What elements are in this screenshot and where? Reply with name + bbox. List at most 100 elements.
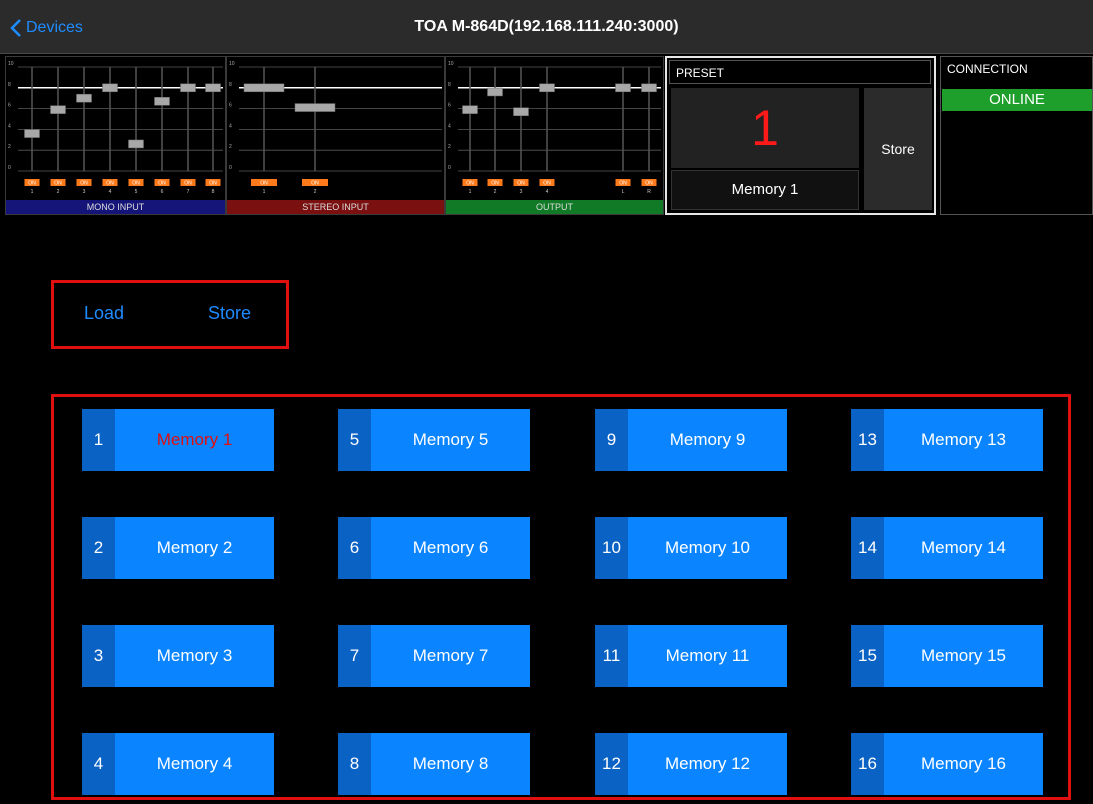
channel-label: 2 xyxy=(494,189,497,195)
output-label: OUTPUT xyxy=(446,200,663,214)
fader-knob[interactable] xyxy=(102,83,118,93)
channel-label: 3 xyxy=(83,189,86,195)
memory-number: 8 xyxy=(338,733,371,795)
fader-knob[interactable] xyxy=(513,107,529,116)
fader-knob[interactable] xyxy=(50,105,66,114)
on-toggle-label: ON xyxy=(645,181,653,187)
on-toggle-label: ON xyxy=(80,181,88,187)
memory-button-8[interactable]: 8 Memory 8 xyxy=(338,733,530,795)
memory-button-2[interactable]: 2 Memory 2 xyxy=(82,517,274,579)
preset-number-display: 1 xyxy=(671,88,859,168)
on-toggle-label: ON xyxy=(54,181,62,187)
memory-name: Memory 9 xyxy=(669,430,746,449)
on-toggle-label: ON xyxy=(517,181,525,187)
memory-name: Memory 11 xyxy=(665,646,750,665)
scale-label: 0 xyxy=(8,165,11,171)
memory-button-16[interactable]: 16 Memory 16 xyxy=(851,733,1043,795)
fader-knob[interactable] xyxy=(294,103,336,112)
memory-button-10[interactable]: 10 Memory 10 xyxy=(595,517,787,579)
fader-knob[interactable] xyxy=(487,87,503,97)
on-toggle-label: ON xyxy=(543,181,551,187)
store-button[interactable]: Store xyxy=(208,303,251,324)
fader-knob[interactable] xyxy=(243,83,285,93)
fader-knob[interactable] xyxy=(76,93,92,103)
stereo-input-faders[interactable]: 10 8 6 4 2 0 ON 1 ON 2 xyxy=(227,57,446,202)
memory-number: 5 xyxy=(338,409,371,471)
on-toggle-label: ON xyxy=(132,181,140,187)
connection-header: CONNECTION xyxy=(947,62,1028,76)
memory-button-5[interactable]: 5 Memory 5 xyxy=(338,409,530,471)
memory-number: 6 xyxy=(338,517,371,579)
memory-name: Memory 7 xyxy=(412,646,489,665)
memory-button-9[interactable]: 9 Memory 9 xyxy=(595,409,787,471)
nav-bar: Devices TOA M-864D(192.168.111.240:3000) xyxy=(0,0,1093,54)
memory-name: Memory 5 xyxy=(412,430,489,449)
fader-knob[interactable] xyxy=(205,83,221,93)
scale-label: 8 xyxy=(229,82,232,88)
scale-label: 2 xyxy=(8,144,11,150)
on-toggle-label: ON xyxy=(106,181,114,187)
scale-label: 4 xyxy=(448,123,451,129)
memory-number: 15 xyxy=(851,625,884,687)
scale-label: 4 xyxy=(8,123,11,129)
memory-button-7[interactable]: 7 Memory 7 xyxy=(338,625,530,687)
memory-button-12[interactable]: 12 Memory 12 xyxy=(595,733,787,795)
memory-number: 4 xyxy=(82,733,115,795)
device-title: TOA M-864D(192.168.111.240:3000) xyxy=(414,18,679,35)
memory-number: 14 xyxy=(851,517,884,579)
fader-knob[interactable] xyxy=(128,139,144,149)
channel-label: 1 xyxy=(31,189,34,195)
output-faders[interactable]: 10 8 6 4 2 0 ON 1 ON 2 ON 3 ON 4 ON L ON R xyxy=(446,57,665,202)
on-toggle-label: ON xyxy=(209,181,217,187)
scale-label: 2 xyxy=(448,144,451,150)
channel-label: 1 xyxy=(469,189,472,195)
memory-button-1[interactable]: 1 Memory 1 xyxy=(82,409,274,471)
load-button[interactable]: Load xyxy=(84,303,124,324)
preset-store-button[interactable]: Store xyxy=(864,88,932,210)
channel-label: 7 xyxy=(187,189,190,195)
scale-label: 10 xyxy=(448,61,454,67)
fader-knob[interactable] xyxy=(615,83,631,93)
scale-label: 8 xyxy=(8,82,11,88)
scale-label: 10 xyxy=(8,61,14,67)
memory-button-11[interactable]: 11 Memory 11 xyxy=(595,625,787,687)
stereo-input-panel[interactable]: 10 8 6 4 2 0 ON 1 ON 2 STEREO INPUT xyxy=(226,56,445,215)
channel-label: 1 xyxy=(263,189,266,195)
on-toggle-label: ON xyxy=(158,181,166,187)
scale-label: 0 xyxy=(229,165,232,171)
on-toggle-label: ON xyxy=(466,181,474,187)
channel-label: 2 xyxy=(314,189,317,195)
memory-button-14[interactable]: 14 Memory 14 xyxy=(851,517,1043,579)
memory-grid: 1 Memory 1 2 Memory 2 3 Memory 3 4 Memor… xyxy=(51,394,1071,800)
channel-label: L xyxy=(622,189,625,195)
channel-label: 4 xyxy=(109,189,112,195)
fader-knob[interactable] xyxy=(180,83,196,93)
memory-number: 13 xyxy=(851,409,884,471)
memory-button-3[interactable]: 3 Memory 3 xyxy=(82,625,274,687)
channel-label: 6 xyxy=(161,189,164,195)
fader-knob[interactable] xyxy=(24,129,40,138)
preset-name: Memory 1 xyxy=(671,170,859,210)
memory-button-13[interactable]: 13 Memory 13 xyxy=(851,409,1043,471)
mono-input-panel[interactable]: 10 8 6 4 2 0 ON 1 ON 2 ON 3 ON 4 ON 5 ON 6 ON 7 ON 8 MONO INP… xyxy=(5,56,226,215)
scale-label: 6 xyxy=(448,103,451,109)
fader-knob[interactable] xyxy=(462,105,478,114)
memory-number: 9 xyxy=(595,409,628,471)
scale-label: 0 xyxy=(448,165,451,171)
output-panel[interactable]: 10 8 6 4 2 0 ON 1 ON 2 ON 3 ON 4 ON L ON R OUTPUT xyxy=(445,56,664,215)
fader-knob[interactable] xyxy=(539,83,555,93)
fader-knob[interactable] xyxy=(641,83,657,93)
memory-button-4[interactable]: 4 Memory 4 xyxy=(82,733,274,795)
memory-number: 16 xyxy=(851,733,884,795)
memory-name: Memory 4 xyxy=(156,754,233,773)
on-toggle-label: ON xyxy=(311,181,319,187)
fader-knob[interactable] xyxy=(154,97,170,106)
scale-label: 2 xyxy=(229,144,232,150)
scale-label: 4 xyxy=(229,123,232,129)
memory-name: Memory 10 xyxy=(664,538,751,557)
channel-label: R xyxy=(647,189,651,195)
memory-button-15[interactable]: 15 Memory 15 xyxy=(851,625,1043,687)
mono-input-faders[interactable]: 10 8 6 4 2 0 ON 1 ON 2 ON 3 ON 4 ON 5 ON 6 ON 7 ON 8 xyxy=(6,57,227,202)
memory-name: Memory 6 xyxy=(412,538,489,557)
memory-button-6[interactable]: 6 Memory 6 xyxy=(338,517,530,579)
